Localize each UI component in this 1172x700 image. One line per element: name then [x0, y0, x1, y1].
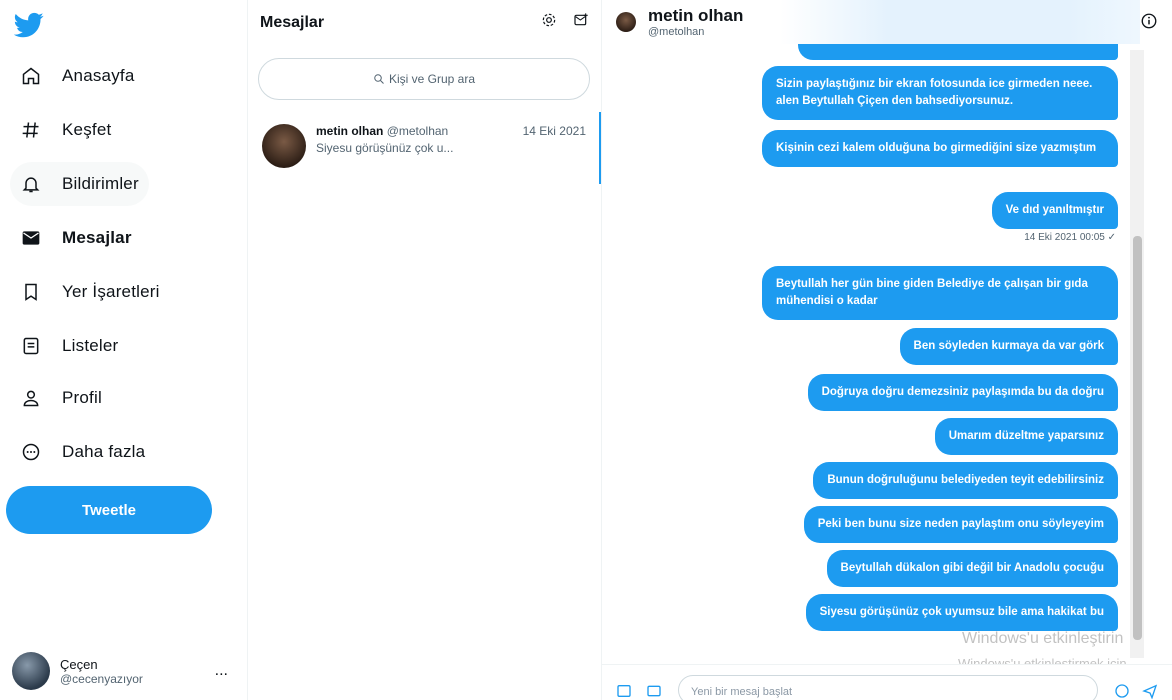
- avatar: [12, 652, 50, 690]
- avatar[interactable]: [616, 12, 636, 32]
- image-icon[interactable]: [616, 683, 632, 699]
- gear-icon[interactable]: [541, 12, 557, 28]
- avatar: [262, 124, 306, 168]
- message-thread[interactable]: Sizin paylaştığınız bir ekran fotosunda …: [602, 44, 1142, 664]
- chat-panel: Sizin paylaştığınız bir ekran fotosunda …: [602, 0, 1172, 700]
- message-bubble[interactable]: Beytullah dükalon gibi değil bir Anadolu…: [826, 550, 1118, 587]
- page-title: Mesajlar: [260, 14, 325, 31]
- conversation-list: Mesajlar Kişi ve Grup ara metin olhan @m…: [248, 0, 602, 700]
- list-header-actions: [541, 12, 589, 28]
- account-more-icon[interactable]: ...: [215, 662, 228, 680]
- mail-icon: [20, 227, 42, 249]
- nav-item-messages[interactable]: Mesajlar: [10, 216, 142, 260]
- message-bubble[interactable]: Umarım düzeltme yaparsınız: [934, 418, 1118, 455]
- nav-item-lists[interactable]: Listeler: [10, 324, 128, 368]
- nav-label-notifications: Bildirimler: [62, 174, 139, 193]
- message-timestamp: 14 Eki 2021 00:05 ✓: [1024, 232, 1116, 243]
- bell-icon: [20, 173, 42, 195]
- nav-item-profile[interactable]: Profil: [10, 376, 112, 420]
- message-input[interactable]: Yeni bir mesaj başlat: [678, 675, 1098, 700]
- nav-label-more: Daha fazla: [62, 442, 146, 461]
- conversation-meta: metin olhan @metolhan 14 Eki 2021: [316, 124, 586, 138]
- nav-item-notifications[interactable]: Bildirimler: [10, 162, 149, 206]
- account-handle: @cecenyazıyor: [60, 671, 143, 686]
- message-bubble[interactable]: Kişinin cezi kalem olduğuna bo girmediği…: [762, 130, 1118, 167]
- message-bubble[interactable]: Ben söyleden kurmaya da var görk: [899, 328, 1118, 365]
- nav-item-bookmarks[interactable]: Yer İşaretleri: [10, 270, 170, 314]
- send-icon[interactable]: [1142, 683, 1158, 699]
- info-icon[interactable]: [1140, 12, 1158, 30]
- conversation-body: metin olhan @metolhan 14 Eki 2021 Siyesu…: [316, 124, 586, 172]
- nav-label-explore: Keşfet: [62, 120, 112, 139]
- message-bubble[interactable]: Bunun doğruluğunu belediyeden teyit edeb…: [813, 462, 1118, 499]
- tweet-button[interactable]: Tweetle: [6, 486, 212, 534]
- nav-item-explore[interactable]: Keşfet: [10, 108, 121, 152]
- conversation-handle: @metolhan: [386, 124, 449, 138]
- profile-icon: [20, 387, 42, 409]
- conversation-snippet: Siyesu görüşünüz çok u...: [316, 141, 454, 155]
- conversation-date: 14 Eki 2021: [522, 124, 586, 138]
- account-switcher[interactable]: Çeçen @cecenyazıyor ...: [12, 648, 238, 694]
- chat-contact-name[interactable]: metin olhan: [648, 6, 743, 26]
- activation-watermark-title: Windows'u etkinleştirin: [962, 630, 1124, 647]
- header-highlight: [780, 0, 1140, 44]
- message-bubble[interactable]: Sizin paylaştığınız bir ekran fotosunda …: [762, 66, 1118, 120]
- hashtag-icon: [20, 119, 42, 141]
- selected-indicator: [599, 112, 601, 184]
- chat-contact-handle: @metolhan: [648, 26, 705, 38]
- search-placeholder: Kişi ve Grup ara: [388, 72, 476, 86]
- conversation-name: metin olhan: [316, 124, 384, 138]
- message-bubble[interactable]: Siyesu görüşünüz çok uyumsuz bile ama ha…: [805, 594, 1118, 631]
- message-bubble[interactable]: Doğruya doğru demezsiniz paylaşımda bu d…: [807, 374, 1118, 411]
- message-bubble-partial[interactable]: [798, 44, 1118, 60]
- search-input[interactable]: Kişi ve Grup ara: [258, 58, 590, 100]
- nav-item-more[interactable]: Daha fazla: [10, 430, 155, 474]
- new-message-icon[interactable]: [573, 12, 589, 28]
- conversation-item[interactable]: metin olhan @metolhan 14 Eki 2021 Siyesu…: [248, 112, 602, 184]
- nav-label-messages: Mesajlar: [62, 228, 132, 247]
- account-name: Çeçen: [60, 656, 98, 672]
- more-circle-icon: [20, 441, 42, 463]
- home-icon: [20, 65, 42, 87]
- chat-header: metin olhan @metolhan: [602, 0, 1172, 44]
- message-bubble[interactable]: Ve dıd yanıltmıştır: [991, 192, 1118, 229]
- nav-label-lists: Listeler: [62, 336, 119, 355]
- bookmark-icon: [20, 281, 42, 303]
- nav-item-home[interactable]: Anasayfa: [10, 54, 144, 98]
- conversation-names: metin olhan @metolhan: [316, 124, 448, 138]
- gif-icon[interactable]: [646, 683, 662, 699]
- list-icon: [20, 335, 42, 357]
- scrollbar-thumb[interactable]: [1133, 236, 1142, 640]
- nav-label-bookmarks: Yer İşaretleri: [62, 282, 160, 301]
- twitter-logo-icon[interactable]: [14, 10, 44, 40]
- nav-label-home: Anasayfa: [62, 66, 135, 85]
- emoji-icon[interactable]: [1114, 683, 1130, 699]
- left-nav: Anasayfa Keşfet Bildirimler Mesajlar Yer…: [0, 0, 248, 700]
- nav-label-profile: Profil: [62, 388, 102, 407]
- search-icon: [374, 74, 384, 84]
- message-bubble[interactable]: Beytullah her gün bine giden Belediye de…: [762, 266, 1118, 320]
- message-bubble[interactable]: Peki ben bunu size neden paylaştım onu s…: [803, 506, 1118, 543]
- account-names: Çeçen @cecenyazıyor: [60, 657, 143, 686]
- message-composer: Yeni bir mesaj başlat: [602, 664, 1172, 700]
